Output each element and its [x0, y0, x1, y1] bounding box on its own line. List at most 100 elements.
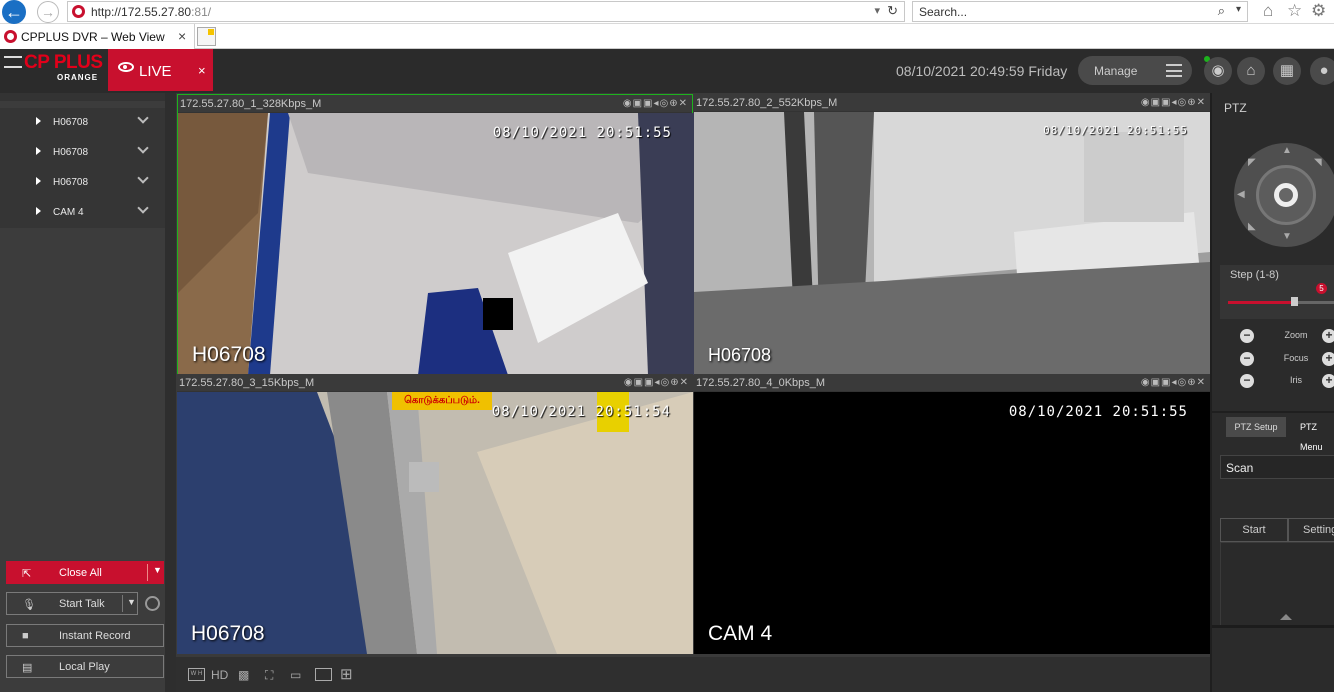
hd-button[interactable]: HD — [211, 668, 228, 682]
video-cell[interactable]: 172.55.27.80_2_552Kbps_M ◉▣▣◂◎⊕✕ 08/10/2… — [694, 94, 1210, 374]
video-cell[interactable]: 172.55.27.80_4_0Kbps_M ◉▣▣◂◎⊕✕ 08/10/202… — [694, 374, 1210, 654]
fit-screen-icon[interactable]: ⛶ — [265, 668, 273, 683]
expand-arrow-icon[interactable] — [36, 207, 41, 215]
ptz-start-button[interactable]: Start — [1220, 518, 1288, 542]
url-port: :81/ — [191, 5, 212, 19]
video-cell[interactable]: 172.55.27.80_3_15Kbps_M ◉▣▣◂◎⊕✕ கொடுக்கப… — [177, 374, 693, 654]
osd-timestamp: 08/10/2021 20:51:55 — [1008, 404, 1188, 420]
arrow-down-left-icon[interactable]: ◣ — [1248, 221, 1256, 232]
arrow-down-icon[interactable]: ▼ — [1282, 231, 1292, 242]
live-tab-label: LIVE — [139, 63, 172, 80]
home-icon[interactable]: ⌂ — [1263, 1, 1273, 21]
expand-arrow-icon[interactable] — [36, 147, 41, 155]
channel-label: H06708 — [53, 177, 89, 188]
wh-ratio-button[interactable]: W H — [188, 668, 205, 681]
channel-item[interactable]: CAM 4 — [0, 198, 165, 228]
manage-button[interactable]: Manage — [1078, 56, 1192, 85]
ptz-center-icon[interactable] — [1274, 183, 1298, 207]
back-arrow-icon[interactable]: ← — [2, 0, 26, 24]
ptz-function-select[interactable]: Scan — [1220, 455, 1334, 479]
site-favicon-icon — [72, 5, 85, 18]
shop-sign: கொடுக்கப்படும். — [392, 392, 492, 410]
tab-ptz-setup[interactable]: PTZ Setup — [1226, 417, 1286, 437]
favorites-star-icon[interactable]: ☆ — [1287, 1, 1302, 21]
chevron-down-icon[interactable] — [137, 142, 149, 154]
osd-camera-name: H06708 — [708, 345, 772, 365]
tab-title: CPPLUS DVR – Web View — [21, 30, 165, 44]
local-play-button[interactable]: ▤ Local Play — [6, 655, 164, 678]
channel-item[interactable]: H06708 — [0, 108, 165, 138]
tab-live[interactable]: LIVE × — [108, 49, 213, 91]
chevron-down-icon[interactable]: ▾ — [1236, 4, 1241, 15]
zoom-label: Zoom — [1284, 330, 1308, 340]
close-all-button[interactable]: ⇱ Close All ▼ — [6, 561, 164, 584]
panel-scrollbar[interactable] — [165, 93, 176, 692]
chevron-down-icon[interactable] — [137, 112, 149, 124]
button-divider — [147, 564, 148, 581]
focus-plus-icon[interactable]: + — [1322, 352, 1334, 366]
button-divider — [122, 595, 123, 612]
tab-ptz-menu[interactable]: PTZ Menu — [1300, 417, 1334, 457]
iris-row: − Iris + — [1220, 371, 1334, 391]
chevron-down-icon[interactable] — [137, 202, 149, 214]
expand-arrow-icon[interactable] — [36, 117, 41, 125]
stream-type-icon[interactable]: ▩ — [238, 668, 249, 682]
iris-minus-icon[interactable]: − — [1240, 374, 1254, 388]
instant-record-button[interactable]: ■ Instant Record — [6, 624, 164, 647]
arrow-up-right-icon[interactable]: ◥ — [1314, 157, 1322, 168]
video-cell[interactable]: 172.55.27.80_1_328Kbps_M ◉▣▣◂◎⊕✕ 08/10/2… — [177, 94, 694, 375]
home-icon[interactable]: ⌂ — [1237, 57, 1265, 85]
iris-plus-icon[interactable]: + — [1322, 374, 1334, 388]
close-icon[interactable]: × — [178, 28, 186, 44]
channel-item[interactable]: H06708 — [0, 138, 165, 168]
url-field[interactable]: http://172.55.27.80:81/ ▾ ↻ — [67, 1, 905, 22]
cell-toolbar-icons[interactable]: ◉▣▣◂◎⊕✕ — [624, 377, 689, 388]
expand-arrow-icon[interactable] — [36, 177, 41, 185]
close-icon[interactable]: × — [198, 63, 206, 78]
step-label: Step (1-8) — [1230, 269, 1279, 281]
focus-minus-icon[interactable]: − — [1240, 352, 1254, 366]
zoom-plus-icon[interactable]: + — [1322, 329, 1334, 343]
zoom-minus-icon[interactable]: − — [1240, 329, 1254, 343]
channel-tree-header — [0, 93, 165, 101]
step-slider-thumb[interactable] — [1291, 297, 1298, 306]
browser-search-field[interactable]: Search... ⌕ ▾ — [912, 1, 1248, 22]
arrow-left-icon[interactable]: ◀ — [1237, 189, 1245, 200]
logo-mark-icon — [4, 56, 22, 68]
forward-arrow-icon[interactable]: → — [37, 1, 59, 23]
eye-icon[interactable]: ◉ — [1204, 57, 1232, 85]
stream-title: 172.55.27.80_1_328Kbps_M — [180, 98, 322, 110]
cell-header: 172.55.27.80_3_15Kbps_M ◉▣▣◂◎⊕✕ — [177, 374, 693, 391]
ptz-function-value: Scan — [1226, 461, 1254, 475]
arrow-up-icon[interactable]: ▲ — [1282, 145, 1292, 156]
dropdown-arrow-icon[interactable]: ▼ — [127, 597, 136, 607]
arrow-up-left-icon[interactable]: ◤ — [1248, 157, 1256, 168]
new-tab-icon[interactable] — [197, 27, 216, 46]
start-talk-button[interactable]: 🎙 Start Talk ▼ — [6, 592, 138, 615]
cell-toolbar-icons[interactable]: ◉▣▣◂◎⊕✕ — [1141, 97, 1206, 108]
quad-view-icon[interactable]: ⊞ — [340, 665, 353, 683]
fullscreen-icon[interactable]: ▭ — [290, 668, 301, 682]
collapse-up-icon[interactable] — [1280, 614, 1292, 620]
channel-label: H06708 — [53, 147, 89, 158]
osd-timestamp: 08/10/2021 20:51:55 — [492, 125, 672, 141]
browser-tab[interactable]: CPPLUS DVR – Web View × — [0, 24, 195, 49]
single-view-icon[interactable] — [315, 668, 332, 681]
qr-code-icon[interactable]: ▦ — [1273, 57, 1301, 85]
ptz-joystick[interactable] — [1256, 165, 1316, 225]
user-icon[interactable]: ● — [1310, 57, 1334, 85]
refresh-icon[interactable]: ↻ — [887, 3, 898, 19]
cell-toolbar-icons[interactable]: ◉▣▣◂◎⊕✕ — [623, 98, 688, 109]
ptz-setting-button[interactable]: Setting — [1288, 518, 1334, 542]
gear-icon[interactable]: ⚙ — [1311, 1, 1326, 21]
ptz-direction-pad[interactable]: ▲ ▼ ◀ ◤ ◣ ◥ — [1234, 143, 1334, 247]
chevron-down-icon[interactable] — [137, 172, 149, 184]
dropdown-arrow-icon[interactable]: ▾ — [874, 4, 880, 17]
logo-subtext: ORANGE — [57, 73, 99, 82]
focus-label: Focus — [1283, 353, 1309, 363]
channel-item[interactable]: H06708 — [0, 168, 165, 198]
dropdown-arrow-icon[interactable]: ▼ — [153, 565, 162, 575]
cp-plus-logo: CP PLUS ORANGE — [0, 49, 108, 93]
search-icon[interactable]: ⌕ — [1218, 3, 1225, 19]
cell-toolbar-icons[interactable]: ◉▣▣◂◎⊕✕ — [1141, 377, 1206, 388]
